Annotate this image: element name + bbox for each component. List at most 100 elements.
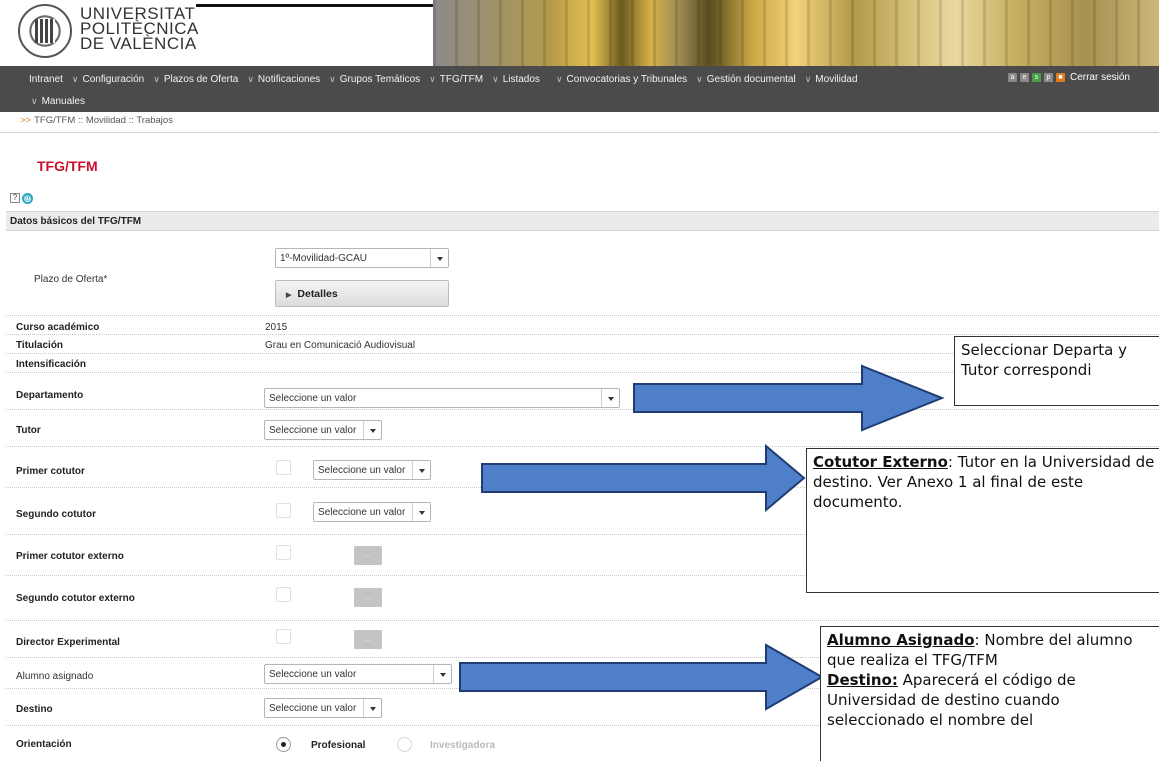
destino-label: Destino (16, 704, 53, 715)
orientacion-profesional-radio[interactable] (276, 737, 291, 752)
page-title: TFG/TFM (37, 158, 98, 174)
plazo-select[interactable]: 1º-Movilidad-GCAU (275, 248, 449, 268)
nav-label: Convocatorias y Tribunales (566, 73, 688, 85)
departamento-label: Departamento (16, 390, 84, 401)
orientacion-investigadora-label: Investigadora (430, 740, 496, 751)
alumno-select[interactable]: Seleccione un valor (264, 664, 452, 684)
nav-label: Manuales (41, 95, 85, 107)
divider (0, 132, 1159, 133)
contact-icon[interactable]: @ (22, 193, 33, 204)
breadcrumb-arrow-icon: >> (20, 115, 32, 126)
row-curso: Curso académico 2015 (6, 317, 1159, 335)
chevron-down-icon (601, 389, 619, 407)
chevron-down-icon: ∨ (31, 95, 38, 106)
nav-label: Notificaciones (257, 73, 321, 85)
destino-select[interactable]: Seleccione un valor (264, 698, 382, 718)
primer-ext-picker-button[interactable]: ... (354, 546, 382, 565)
nav-label: Configuración (82, 73, 145, 85)
nav-label: Grupos Temáticos (339, 73, 421, 85)
primer-cotutor-select-value: Seleccione un valor (318, 465, 406, 476)
segundo-cotutor-label: Segundo cotutor (16, 509, 96, 520)
chevron-down-icon: ∨ (696, 73, 703, 84)
nav-label: Plazos de Oferta (163, 73, 239, 85)
help-icons: ? @ (10, 193, 33, 204)
nav-item-notificaciones[interactable]: ∨ Notificaciones (247, 74, 320, 85)
segundo-ext-checkbox[interactable] (276, 587, 291, 602)
tutor-select[interactable]: Seleccione un valor (264, 420, 382, 440)
nav-item-gestion[interactable]: ∨ Gestión documental (696, 74, 796, 85)
callout-alumno-title: Alumno Asignado (827, 631, 975, 649)
departamento-select[interactable]: Seleccione un valor (264, 388, 620, 408)
nav-item-movilidad[interactable]: ∨ Movilidad (805, 74, 858, 85)
segundo-cotutor-select[interactable]: Seleccione un valor (313, 502, 431, 522)
nav-item-convocatorias[interactable]: ∨ Convocatorias y Tribunales (556, 74, 687, 85)
breadcrumb-text[interactable]: TFG/TFM :: Movilidad :: Trabajos (34, 115, 173, 126)
chevron-down-icon (433, 665, 451, 683)
chevron-down-icon (363, 421, 381, 439)
print-icon[interactable]: p (1043, 73, 1053, 82)
segundo-cotutor-select-value: Seleccione un valor (318, 507, 406, 518)
destino-select-value: Seleccione un valor (269, 703, 357, 714)
chevron-down-icon: ∨ (492, 73, 499, 84)
upv-seal-logo[interactable] (18, 4, 72, 58)
header-divider (196, 4, 433, 7)
header-banner-image (433, 0, 1159, 66)
chevron-down-icon: ∨ (804, 73, 812, 84)
nav-item-plazos[interactable]: ∨ Plazos de Oferta (153, 74, 238, 85)
language-icon[interactable]: e (1019, 73, 1029, 82)
section-header: Datos básicos del TFG/TFM (6, 211, 1159, 231)
nav-tools: a e s p ■ Cerrar sesión (1007, 72, 1130, 83)
upv-wordmark[interactable]: UNIVERSITAT POLITÈCNICA DE VALÈNCIA (80, 5, 199, 53)
chevron-down-icon: ∨ (555, 73, 563, 84)
segundo-cotutor-checkbox[interactable] (276, 503, 291, 518)
primer-cotutor-select[interactable]: Seleccione un valor (313, 460, 431, 480)
nav-label: Listados (502, 73, 540, 85)
director-picker-button[interactable]: ... (354, 630, 382, 649)
nav-item-grupos[interactable]: ∨ Grupos Temáticos (329, 74, 420, 85)
chevron-down-icon: ∨ (247, 73, 254, 84)
chevron-down-icon: ∨ (71, 73, 79, 84)
titulacion-value: Grau en Comunicació Audiovisual (265, 340, 416, 351)
chevron-down-icon: ∨ (153, 73, 160, 84)
primer-ext-label: Primer cotutor externo (16, 551, 124, 562)
chevron-down-icon: ∨ (329, 73, 336, 84)
main-nav: Intranet ∨ Configuración ∨ Plazos de Ofert… (0, 66, 1159, 112)
alumno-select-value: Seleccione un valor (269, 669, 357, 680)
accessibility-icon[interactable]: s (1031, 73, 1041, 82)
segundo-ext-picker-button[interactable]: ... (354, 588, 382, 607)
triangle-right-icon: ▶ (286, 292, 292, 299)
chevron-down-icon (412, 461, 430, 479)
callout-departamento-text: Seleccionar Departa y Tutor correspondi (961, 341, 1127, 379)
alumno-label: Alumno asignado (16, 671, 94, 682)
brand-line-3: DE VALÈNCIA (80, 34, 197, 53)
primer-ext-checkbox[interactable] (276, 545, 291, 560)
nav-label: TFG/TFM (439, 73, 484, 85)
chevron-down-icon (412, 503, 430, 521)
nav-item-listados[interactable]: ∨ Listados (492, 74, 540, 85)
nav-row-2: ∨ Manuales (31, 92, 94, 110)
nav-item-manuales[interactable]: ∨ Manuales (31, 96, 85, 107)
details-button[interactable]: ▶ Detalles (275, 280, 449, 307)
annotation-arrow-3 (459, 643, 825, 711)
director-checkbox[interactable] (276, 629, 291, 644)
chevron-down-icon (363, 699, 381, 717)
lock-icon[interactable]: ■ (1055, 73, 1065, 82)
annotation-arrow-1 (633, 364, 945, 432)
breadcrumb: >> TFG/TFM :: Movilidad :: Trabajos (20, 115, 173, 129)
nav-item-configuracion[interactable]: ∨ Configuración (72, 74, 144, 85)
nav-item-intranet[interactable]: Intranet (29, 74, 63, 85)
logout-link[interactable]: Cerrar sesión (1070, 72, 1130, 83)
primer-cotutor-checkbox[interactable] (276, 460, 291, 475)
nav-label: Movilidad (815, 73, 858, 85)
details-label: Detalles (297, 288, 338, 300)
nav-label: Gestión documental (706, 73, 796, 85)
font-size-icon[interactable]: a (1007, 73, 1017, 82)
nav-item-tfg[interactable]: ∨ TFG/TFM (429, 74, 483, 85)
chevron-down-icon (430, 249, 448, 267)
titulacion-label: Titulación (16, 340, 64, 351)
callout-cotutor-externo: Cotutor Externo: Tutor en la Universidad… (806, 448, 1159, 593)
plazo-label: Plazo de Oferta* (34, 274, 108, 285)
help-icon[interactable]: ? (10, 193, 20, 203)
callout-departamento: Seleccionar Departa y Tutor correspondi (954, 336, 1159, 406)
orientacion-investigadora-radio[interactable] (397, 737, 412, 752)
